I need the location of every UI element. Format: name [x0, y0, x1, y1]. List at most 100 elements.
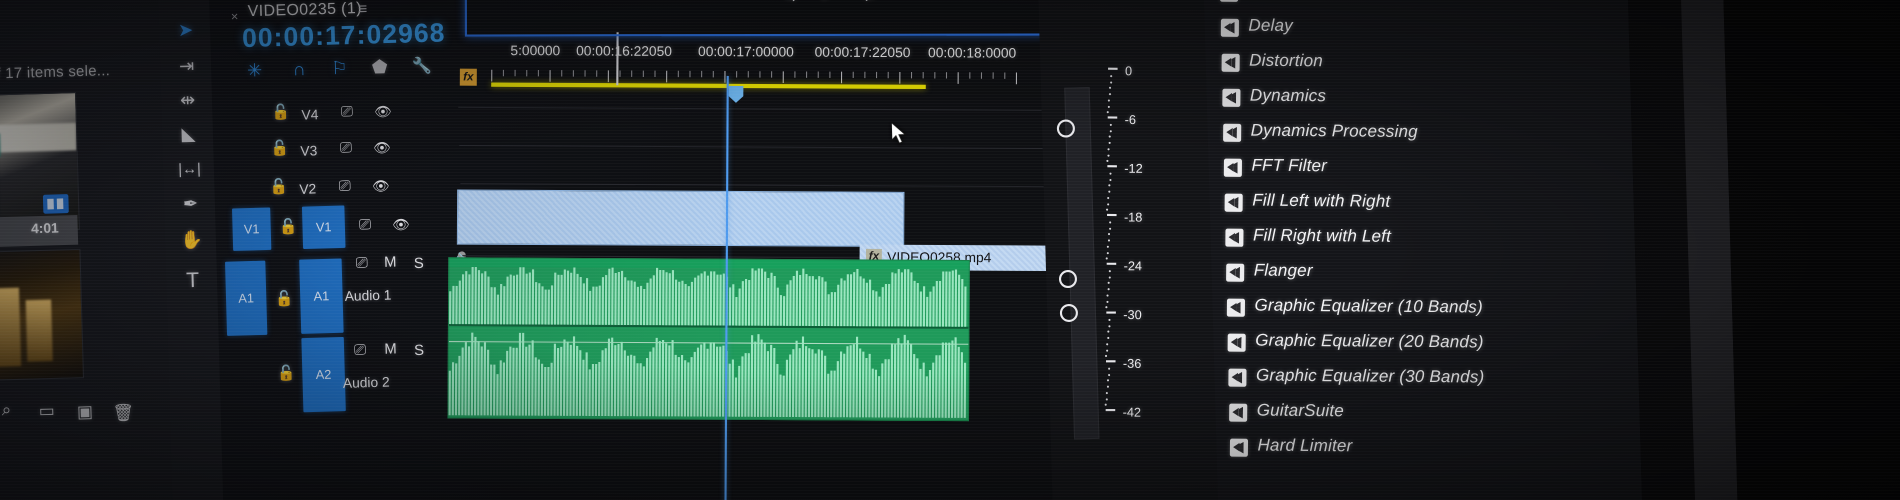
audio-effect-icon: [1225, 228, 1244, 247]
meter-dot: [1109, 172, 1113, 175]
lock-icon[interactable]: 🔓: [277, 364, 296, 381]
delete-icon[interactable]: 🗑: [112, 404, 134, 424]
source-patch-v1[interactable]: V1: [232, 207, 272, 251]
effect-list-item[interactable]: Graphic Equalizer (30 Bands): [1228, 365, 1631, 398]
meter-dot: [1108, 184, 1111, 187]
meter-dot: [1109, 221, 1112, 224]
lock-icon[interactable]: 🔓: [279, 217, 298, 234]
effect-list-item[interactable]: Delay: [1220, 16, 1624, 49]
slip-tool[interactable]: |↔|: [171, 152, 208, 185]
solo-button-a2[interactable]: S: [414, 341, 424, 358]
snap-toggle[interactable]: ✳: [241, 57, 269, 85]
track-header-v1[interactable]: V1 🔓 V1 ⎚ 👁: [232, 205, 491, 251]
track-select-forward-tool[interactable]: ⇥: [168, 50, 205, 83]
ripple-edit-tool[interactable]: ⇹: [169, 84, 206, 117]
meter-dot: [1105, 397, 1108, 400]
effect-list-item[interactable]: GuitarSuite: [1229, 400, 1632, 433]
sync-lock-icon[interactable]: ⎚: [350, 340, 370, 358]
panel-menu-icon[interactable]: ≡: [358, 0, 368, 18]
sync-lock-icon[interactable]: ⎚: [352, 253, 372, 271]
meter-dot: [1106, 294, 1109, 297]
razor-tool[interactable]: ◣: [170, 118, 207, 151]
source-patch-a1[interactable]: A1: [225, 260, 268, 336]
project-panel-toolbar: ▤ ⌕ ▭ ▣ 🗑: [0, 386, 191, 436]
target-patch-a1[interactable]: A1: [299, 258, 344, 334]
pen-tool[interactable]: ✒: [172, 188, 209, 221]
playhead-timecode[interactable]: 00:00:17:02968: [242, 18, 446, 54]
export-frame-icon[interactable]: ⛶: [955, 0, 983, 2]
track-header-v3[interactable]: 🔓 V3 ⎚ 👁: [255, 131, 488, 159]
project-thumbnail-2[interactable]: [0, 248, 85, 384]
track-header-v4[interactable]: 🔓 V4 ⎚ 👁: [254, 95, 487, 123]
marker-toggle[interactable]: ⚐: [325, 55, 353, 83]
meter-dot: [1106, 342, 1109, 346]
effect-label: Delay: [1248, 16, 1293, 36]
effect-list-item[interactable]: Dynamics: [1222, 86, 1625, 119]
effect-list-item[interactable]: Dynamics Processing: [1223, 120, 1626, 153]
effect-list-item[interactable]: Flanger: [1226, 260, 1629, 293]
track-header-v2[interactable]: 🔓 V2 ⎚ 👁: [257, 170, 490, 198]
effect-list-item[interactable]: FFT Filter: [1223, 155, 1627, 188]
effect-list-item[interactable]: Graphic Equalizer (10 Bands): [1226, 295, 1630, 328]
lock-icon[interactable]: 🔓: [270, 139, 289, 156]
sync-lock-icon[interactable]: ⎚: [336, 138, 356, 155]
lock-icon[interactable]: 🔓: [271, 103, 290, 120]
effect-list-item[interactable]: Fill Right with Left: [1225, 225, 1628, 258]
audio-effect-icon: [1229, 438, 1249, 457]
effect-list-item[interactable]: DeHummer: [1220, 0, 1623, 14]
target-patch-a2[interactable]: A2: [301, 336, 346, 413]
audio-effect-icon: [1224, 193, 1243, 212]
linked-selection-toggle[interactable]: ∩: [285, 56, 313, 84]
timeline-settings-wrench[interactable]: 🔧: [408, 52, 436, 80]
meter-dot: [1109, 87, 1112, 90]
effect-list-item[interactable]: Distortion: [1221, 51, 1624, 84]
effect-label: Fill Right with Left: [1252, 226, 1392, 246]
meter-dot: [1108, 367, 1111, 370]
audio-clip-header: [449, 258, 969, 270]
project-thumbnail-1[interactable]: [0, 92, 80, 235]
sequence-marker-line: [616, 32, 619, 86]
play-icon[interactable]: ▶: [815, 0, 843, 2]
new-item-icon[interactable]: ▣: [74, 403, 96, 423]
effect-list-item[interactable]: Fill Left with Right: [1224, 190, 1628, 223]
solo-button-a1[interactable]: S: [414, 254, 424, 271]
sync-lock-icon[interactable]: ⎚: [337, 102, 357, 119]
step-forward-icon[interactable]: |▶: [860, 0, 888, 2]
sync-lock-icon[interactable]: ⎚: [355, 215, 375, 232]
effect-label: DeHummer: [1248, 0, 1337, 2]
step-back-icon[interactable]: ◀|: [773, 0, 801, 3]
meter-dot: [1106, 111, 1109, 114]
type-tool[interactable]: T: [174, 264, 211, 297]
effect-list-item[interactable]: Hard Limiter: [1229, 435, 1633, 468]
mute-button-a1[interactable]: M: [384, 253, 397, 270]
timeline-clips-area[interactable]: fx VIDEO0258.mp4 fx: [447, 68, 1051, 430]
mute-button-a2[interactable]: M: [384, 340, 397, 357]
meter-dot: [1109, 129, 1112, 132]
effect-label: Graphic Equalizer (30 Bands): [1255, 366, 1485, 387]
meter-scale-label--6: -6: [1124, 112, 1137, 128]
eye-icon[interactable]: 👁: [371, 178, 391, 194]
target-patch-v1[interactable]: V1: [301, 205, 346, 249]
search-icon[interactable]: ⌕: [0, 401, 17, 421]
effect-list-item[interactable]: Graphic Equalizer (20 Bands): [1227, 330, 1631, 363]
lock-icon[interactable]: 🔓: [275, 290, 294, 307]
eye-icon[interactable]: 👁: [373, 103, 393, 119]
audio-clip-a1[interactable]: [447, 257, 970, 422]
lift-icon[interactable]: ⛶: [1004, 0, 1032, 2]
close-icon[interactable]: ×: [231, 9, 239, 24]
meter-dot: [1108, 275, 1111, 279]
meter-dot: [1106, 251, 1109, 254]
selection-tool[interactable]: ➤: [167, 14, 204, 47]
insert-icon[interactable]: ⇥: [906, 0, 934, 2]
lock-icon[interactable]: 🔓: [269, 177, 288, 194]
eye-icon[interactable]: 👁: [372, 139, 392, 155]
new-bin-icon[interactable]: ▭: [36, 402, 58, 422]
video-clip-v1[interactable]: [456, 189, 905, 247]
sequence-tab-title[interactable]: VIDEO0235 (1): [247, 0, 362, 20]
hand-tool[interactable]: ✋: [173, 224, 210, 257]
effects-list[interactable]: DeEsserDeHummerDelayDistortionDynamicsDy…: [1214, 0, 1622, 500]
add-marker-button[interactable]: ⬟: [366, 53, 394, 81]
eye-icon[interactable]: 👁: [391, 216, 411, 232]
ruler-label-1: 00:00:16:22050: [576, 42, 672, 60]
sync-lock-icon[interactable]: ⎚: [335, 177, 355, 194]
